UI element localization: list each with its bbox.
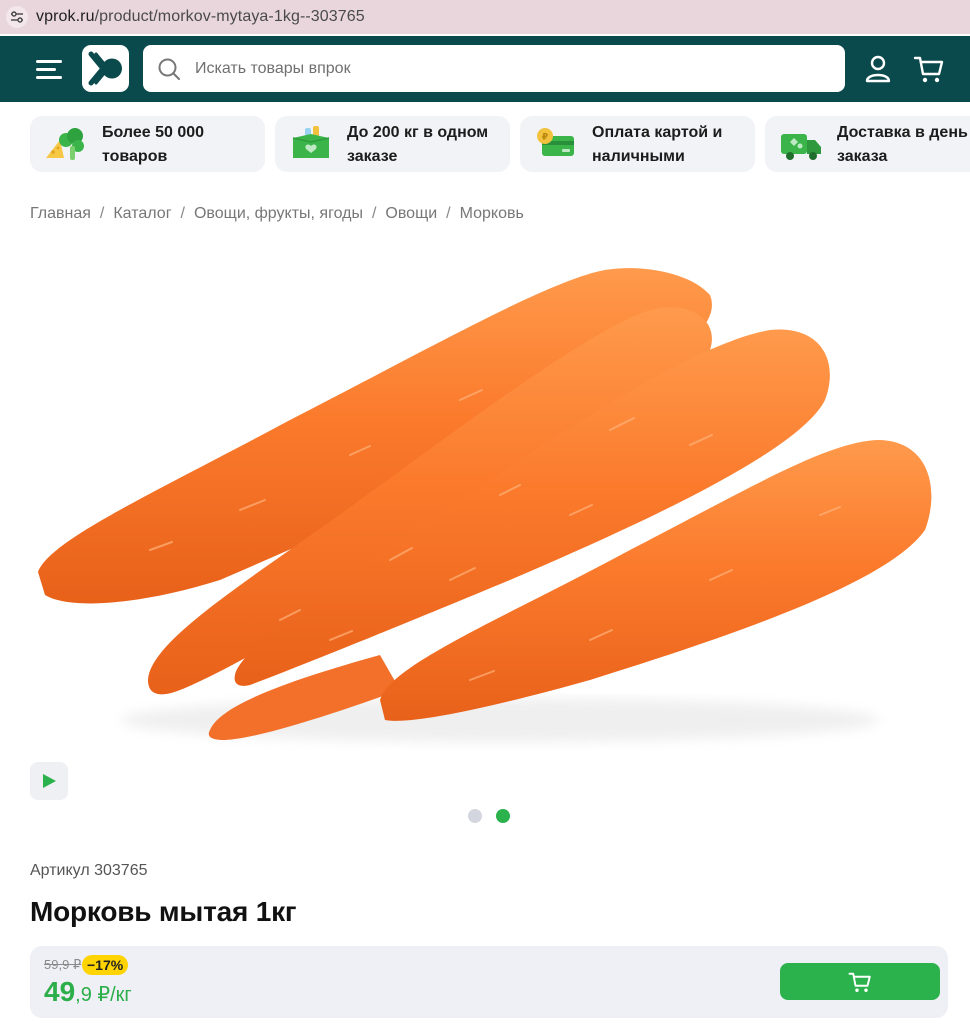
breadcrumb-separator: / [371, 205, 377, 222]
breadcrumb: Главная / Каталог / Овощи, фрукты, ягоды / … [30, 205, 524, 223]
feature-line2: товаров [102, 148, 168, 165]
address-bar[interactable]: vprok.ru/product/morkov-mytaya-1kg--3037… [0, 0, 970, 34]
breadcrumb-item-catalog[interactable]: Каталог [113, 205, 171, 223]
price-integer: 49 [44, 976, 76, 1007]
feature-delivery: Доставка в день заказа [765, 116, 970, 172]
feature-line1: До 200 кг в одном [347, 124, 489, 141]
price-fraction-unit: ,9 ₽/кг [75, 984, 132, 1006]
gallery-dot-1[interactable] [468, 809, 482, 823]
url-text[interactable]: vprok.ru/product/morkov-mytaya-1kg--3037… [36, 8, 365, 26]
current-price: 49,9 ₽/кг [44, 976, 132, 1008]
breadcrumb-item-home[interactable]: Главная [30, 205, 91, 223]
feature-line1: Более 50 000 [102, 124, 205, 141]
search-box[interactable] [143, 45, 845, 92]
site-header [0, 36, 970, 102]
feature-line2: наличными [592, 148, 685, 165]
cart-icon [848, 972, 871, 992]
feature-line1: Оплата картой и [592, 124, 723, 141]
play-icon [43, 774, 56, 788]
grocery-box-icon [292, 126, 330, 158]
feature-line1: Доставка в день [837, 124, 968, 141]
broccoli-cheese-icon [46, 128, 84, 160]
old-price: 59,9 ₽ [44, 957, 82, 972]
search-icon [158, 58, 180, 80]
breadcrumb-separator: / [180, 205, 185, 222]
svg-text:₽: ₽ [542, 133, 548, 143]
discount-badge: −17% [82, 955, 129, 975]
gallery-dot-2-active[interactable] [496, 809, 510, 823]
delivery-truck-icon [781, 134, 821, 160]
features-row: Более 50 000 товаров До 200 кг в одном зак… [30, 116, 970, 172]
cart-icon[interactable] [913, 53, 945, 85]
price-panel: 59,9 ₽ −17% 49,9 ₽/кг [30, 946, 948, 1018]
feature-payment: ₽ Оплата картой и наличными [520, 116, 755, 172]
breadcrumb-item-vegetables[interactable]: Овощи [385, 205, 437, 223]
user-icon[interactable] [862, 53, 894, 85]
add-to-cart-button[interactable] [780, 963, 940, 1000]
breadcrumb-separator: / [99, 205, 105, 222]
url-host: vprok.ru [36, 8, 95, 25]
feature-line2: заказа [837, 148, 888, 165]
breadcrumb-item-carrot[interactable]: Морковь [460, 205, 524, 223]
feature-line2: заказе [347, 148, 398, 165]
feature-assortment: Более 50 000 товаров [30, 116, 265, 172]
breadcrumb-item-vegetables-fruits[interactable]: Овощи, фрукты, ягоды [194, 205, 363, 223]
search-input[interactable] [195, 59, 795, 78]
product-title: Морковь мытая 1кг [30, 896, 297, 927]
gallery-pagination [468, 809, 510, 823]
video-play-button[interactable] [30, 762, 68, 800]
product-image-carrots[interactable] [30, 250, 950, 760]
menu-icon[interactable] [36, 58, 64, 80]
site-logo[interactable] [82, 45, 129, 92]
site-settings-icon[interactable] [6, 6, 28, 28]
breadcrumb-separator: / [446, 205, 451, 222]
product-article: Артикул 303765 [30, 862, 148, 879]
feature-weight: До 200 кг в одном заказе [275, 116, 510, 172]
url-path: /product/morkov-mytaya-1kg--303765 [94, 8, 365, 25]
card-coin-icon: ₽ [537, 128, 574, 156]
